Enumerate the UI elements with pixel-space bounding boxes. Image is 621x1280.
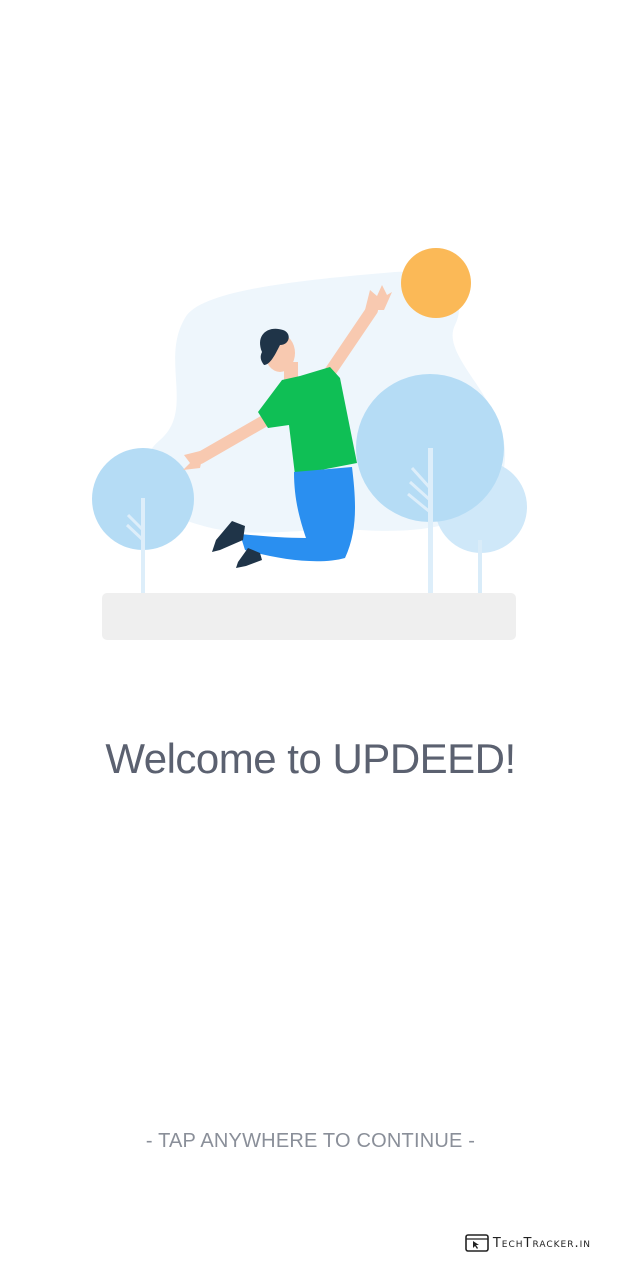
- tap-to-continue-hint[interactable]: - TAP ANYWHERE TO CONTINUE -: [0, 1130, 621, 1153]
- splash-screen[interactable]: Welcome to UPDEED! - TAP ANYWHERE TO CON…: [0, 0, 621, 1280]
- watermark: TechTracker.in: [465, 1234, 591, 1252]
- welcome-title: Welcome to UPDEED!: [105, 735, 516, 782]
- ground-platform: [102, 593, 516, 640]
- sun-icon: [401, 248, 471, 318]
- browser-cursor-icon: [465, 1234, 489, 1252]
- jumping-person-illustration: [92, 248, 527, 640]
- watermark-text: TechTracker.in: [492, 1235, 591, 1251]
